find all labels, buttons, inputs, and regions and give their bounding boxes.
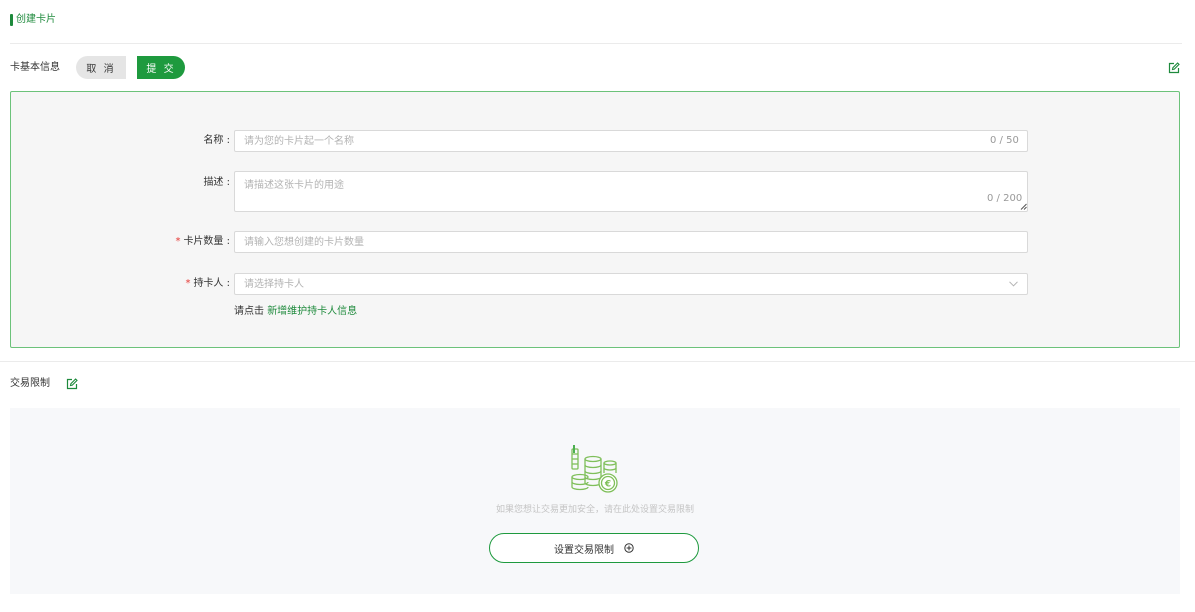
basic-info-label: 卡基本信息: [10, 62, 60, 73]
required-mark: *: [185, 278, 191, 289]
holder-select[interactable]: 请选择持卡人: [234, 273, 1028, 295]
holder-hint: 请点击 新增维护持卡人信息: [234, 305, 357, 319]
svg-text:€: €: [604, 480, 611, 490]
divider: [0, 361, 1195, 362]
description-label: 描述 :: [203, 177, 230, 188]
required-mark: *: [175, 236, 181, 247]
quantity-label: * 卡片数量 :: [110, 235, 230, 249]
quantity-label-text: 卡片数量 :: [183, 236, 230, 247]
edit-icon[interactable]: [1168, 62, 1180, 74]
name-input[interactable]: [234, 130, 1028, 152]
holder-hint-prefix: 请点击: [234, 306, 264, 317]
transaction-limit-empty-panel: [10, 408, 1180, 594]
chevron-down-icon: [1009, 281, 1018, 287]
holder-select-placeholder: 请选择持卡人: [244, 279, 304, 290]
quantity-input[interactable]: [234, 231, 1028, 253]
name-label: 名称 :: [203, 135, 230, 146]
divider: [10, 43, 1182, 44]
cancel-button[interactable]: 取 消: [76, 56, 126, 79]
transaction-limit-label: 交易限制: [10, 378, 50, 389]
add-holder-link[interactable]: 新增维护持卡人信息: [267, 306, 357, 317]
description-counter: 0 / 200: [987, 193, 1023, 204]
set-transaction-limit-button[interactable]: 设置交易限制: [489, 533, 699, 563]
resize-handle-icon[interactable]: [1020, 203, 1027, 210]
page-title: 创建卡片: [16, 14, 56, 25]
coins-illustration-icon: €: [571, 445, 618, 493]
set-transaction-limit-label: 设置交易限制: [554, 544, 614, 556]
plus-circle-icon: [624, 543, 634, 553]
title-accent-bar: [10, 14, 13, 26]
transaction-limit-empty-text: 如果您想让交易更加安全，请在此处设置交易限制: [495, 505, 694, 515]
holder-label-text: 持卡人 :: [193, 278, 230, 289]
name-counter: 0 / 50: [990, 135, 1019, 146]
holder-label: * 持卡人 :: [110, 277, 230, 291]
submit-button[interactable]: 提 交: [137, 56, 185, 79]
description-textarea[interactable]: [234, 171, 1028, 212]
edit-icon[interactable]: [66, 378, 78, 390]
